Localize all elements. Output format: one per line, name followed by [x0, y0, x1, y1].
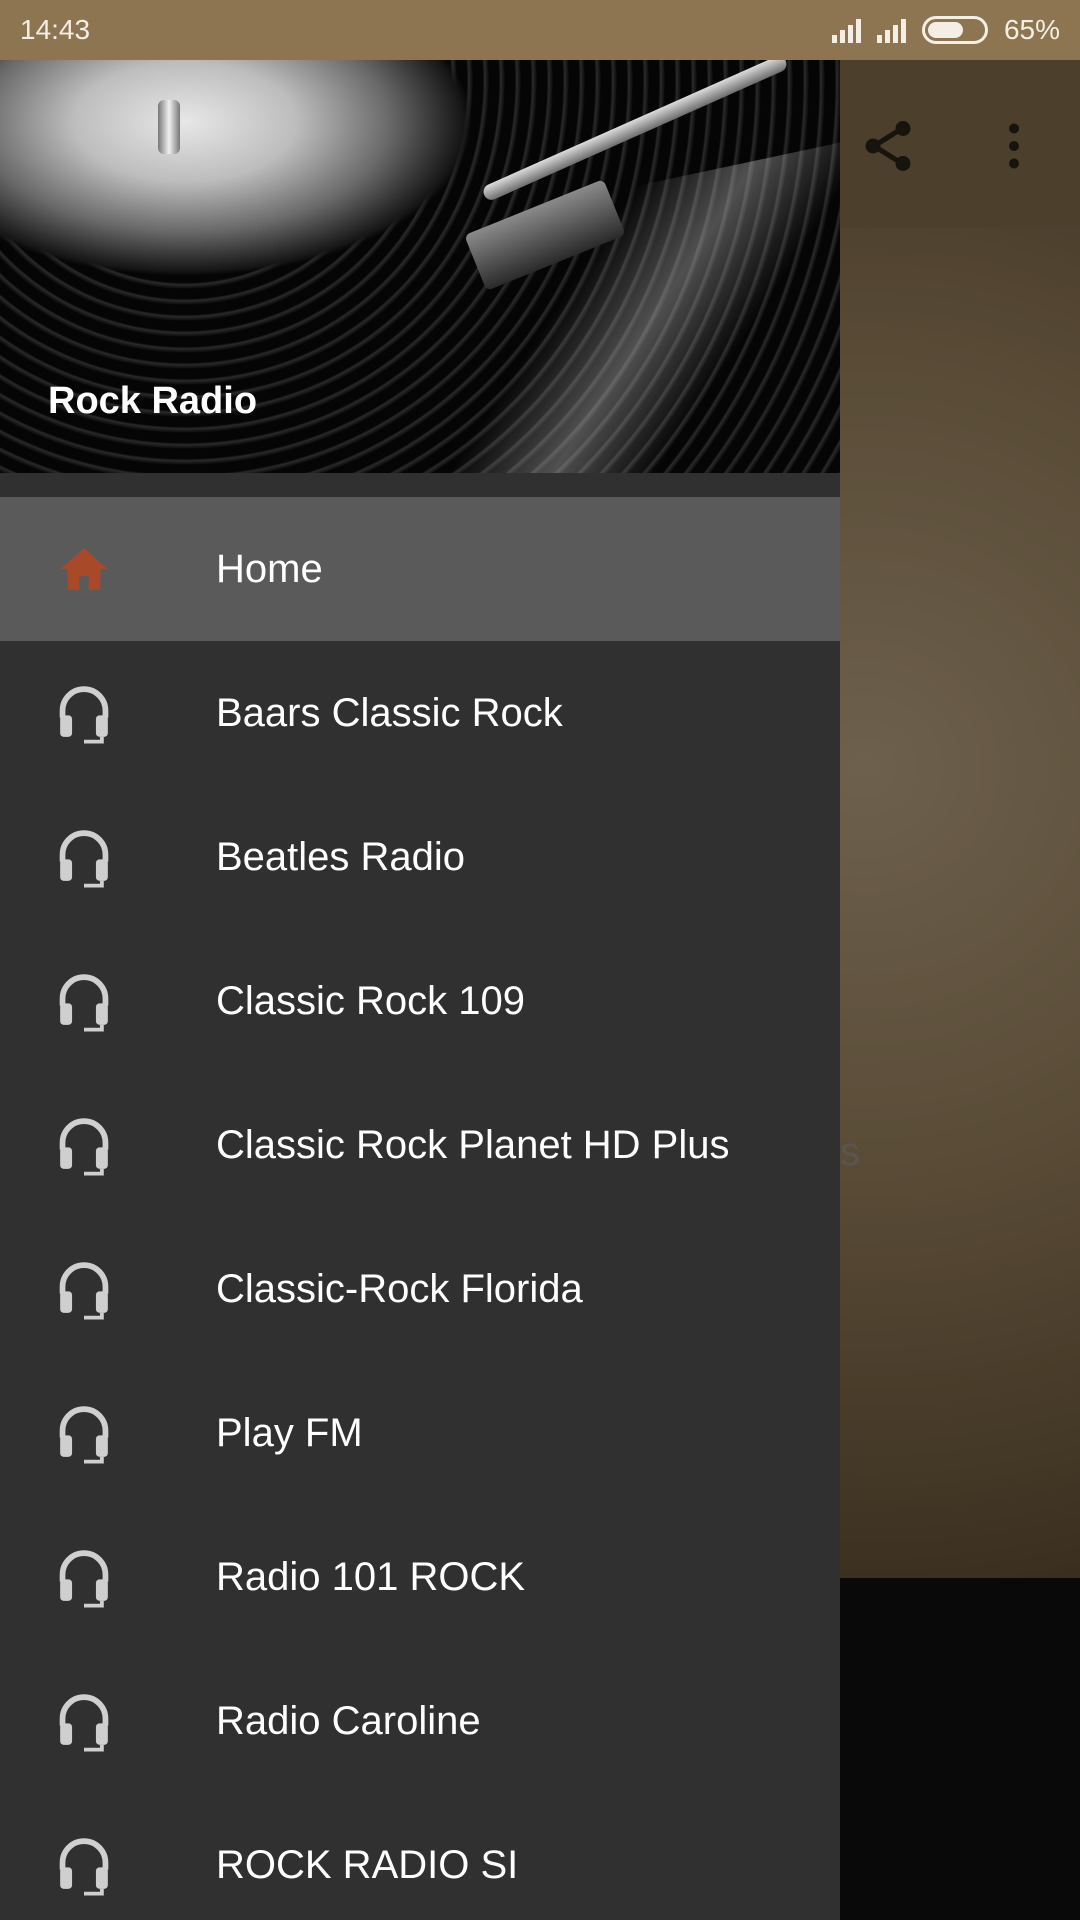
nav-item-0[interactable]: Home	[0, 497, 840, 641]
signal-icon	[831, 17, 861, 43]
headphones-icon	[54, 971, 114, 1032]
battery-level	[927, 22, 964, 38]
status-bar: 14:43 65%	[0, 0, 1080, 60]
nav-item-5[interactable]: Classic-Rock Florida	[0, 1217, 840, 1361]
nav-item-label: Radio 101 ROCK	[216, 1554, 526, 1599]
nav-item-7[interactable]: Radio 101 ROCK	[0, 1505, 840, 1649]
nav-item-3[interactable]: Classic Rock 109	[0, 929, 840, 1073]
headphones-icon	[54, 1547, 114, 1608]
status-time: 14:43	[20, 14, 91, 45]
nav-item-label: ROCK RADIO SI	[216, 1842, 519, 1887]
nav-item-label: Home	[216, 546, 323, 591]
nav-item-8[interactable]: Radio Caroline	[0, 1649, 840, 1793]
nav-item-4[interactable]: Classic Rock Planet HD Plus	[0, 1073, 840, 1217]
nav-item-6[interactable]: Play FM	[0, 1361, 840, 1505]
nav-list: Home Baars Classic Rock Beatles Radio Class…	[0, 473, 840, 1920]
headphones-icon	[54, 1259, 114, 1320]
signal-icon	[876, 17, 906, 43]
screen: 14:43 65% s Rock Radio Home Baars Classi…	[0, 0, 1080, 1920]
record-image	[394, 129, 840, 473]
nav-item-label: Classic Rock Planet HD Plus	[216, 1122, 730, 1167]
headphones-icon	[54, 683, 114, 744]
nav-item-2[interactable]: Beatles Radio	[0, 785, 840, 929]
nav-item-label: Beatles Radio	[216, 834, 466, 879]
headphones-icon	[54, 1691, 114, 1752]
headphones-icon	[54, 1115, 114, 1176]
home-icon	[54, 539, 114, 599]
nav-item-label: Play FM	[216, 1410, 363, 1455]
headphones-icon	[54, 1835, 114, 1896]
battery-icon	[921, 16, 988, 44]
nav-item-1[interactable]: Baars Classic Rock	[0, 641, 840, 785]
headphones-icon	[54, 1403, 114, 1464]
nav-item-label: Classic Rock 109	[216, 978, 526, 1023]
nav-item-label: Classic-Rock Florida	[216, 1266, 583, 1311]
navigation-drawer: Rock Radio Home Baars Classic Rock Beatles…	[0, 60, 840, 1920]
battery-percent: 65%	[1003, 14, 1060, 45]
headphones-icon	[54, 827, 114, 888]
record-spindle	[158, 100, 180, 154]
nav-item-label: Radio Caroline	[216, 1698, 481, 1743]
nav-item-9[interactable]: ROCK RADIO SI	[0, 1793, 840, 1920]
nav-item-label: Baars Classic Rock	[216, 690, 563, 735]
status-indicators: 65%	[831, 14, 1060, 46]
drawer-header: Rock Radio	[0, 60, 840, 473]
drawer-title: Rock Radio	[48, 380, 258, 422]
